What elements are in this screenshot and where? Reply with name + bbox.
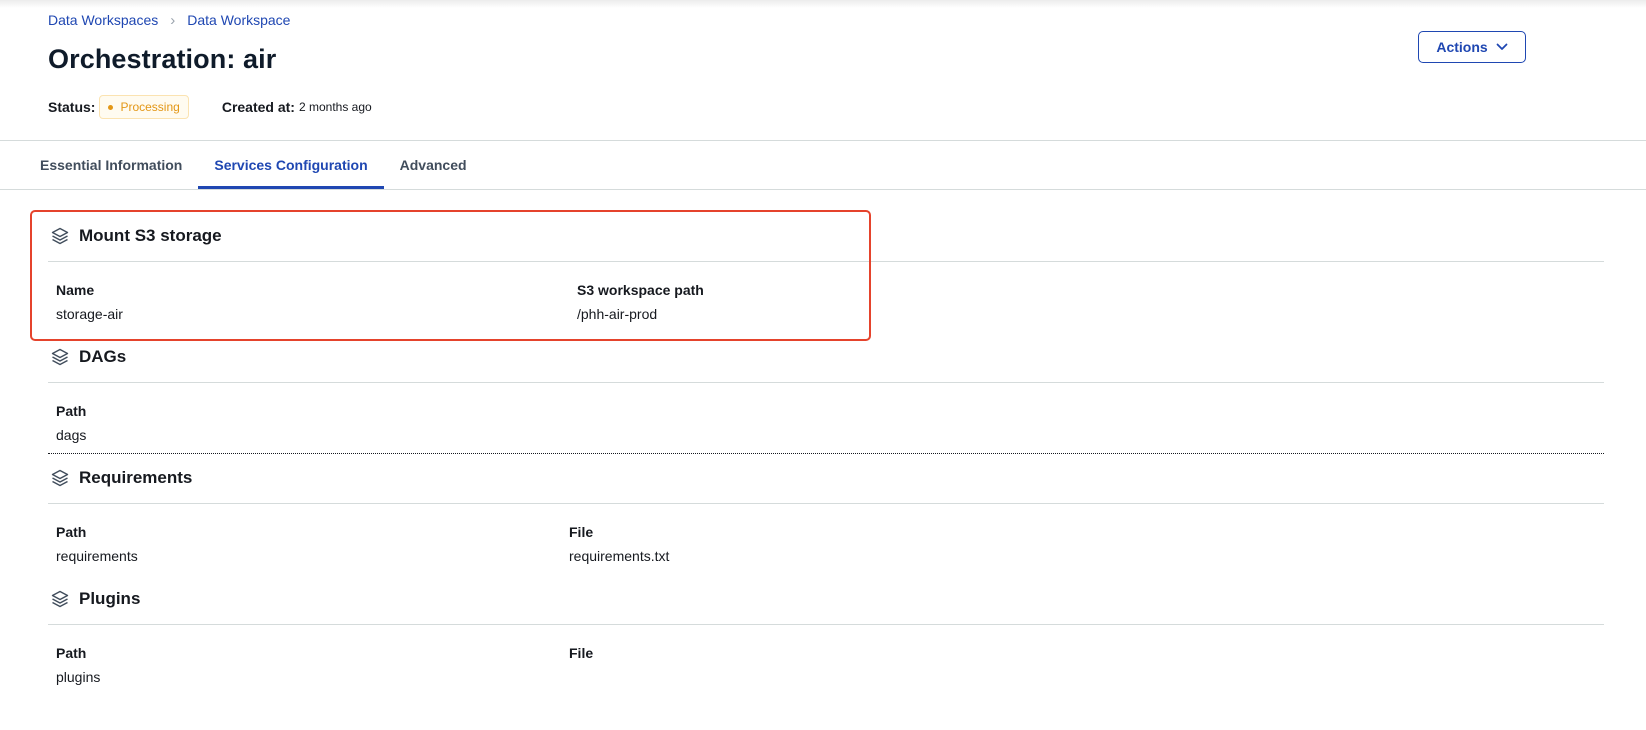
layers-icon bbox=[51, 227, 69, 245]
page-title: Orchestration: air bbox=[48, 44, 277, 74]
section-title: DAGs bbox=[79, 347, 127, 366]
section-mount-s3-storage: Mount S3 storage Name storage-air S3 wor… bbox=[48, 221, 1604, 342]
section-header: DAGs bbox=[48, 342, 1604, 372]
field-label: Name bbox=[56, 282, 95, 298]
section-header: Mount S3 storage bbox=[48, 221, 1604, 251]
created-value: 2 months ago bbox=[298, 100, 372, 114]
section-fields: Path dags bbox=[48, 403, 1604, 451]
dotted-divider bbox=[48, 453, 1604, 454]
field-file: File bbox=[569, 645, 593, 669]
meta-row: Status: Processing Created at: 2 months … bbox=[48, 95, 1606, 119]
actions-button[interactable]: Actions bbox=[1418, 31, 1526, 63]
page-header: Data Workspaces › Data Workspace Orchest… bbox=[48, 12, 1606, 140]
status-badge: Processing bbox=[99, 95, 189, 119]
tab-essential-information[interactable]: Essential Information bbox=[24, 141, 198, 189]
field-value: requirements bbox=[56, 548, 138, 564]
layers-icon bbox=[51, 348, 69, 366]
section-header: Requirements bbox=[48, 463, 1604, 493]
field-path: Path requirements bbox=[56, 524, 138, 564]
chevron-down-icon bbox=[1496, 43, 1508, 50]
field-s3-workspace-path: S3 workspace path /phh-air-prod bbox=[577, 282, 704, 322]
section-divider bbox=[48, 261, 1604, 262]
tab-bar: Essential Information Services Configura… bbox=[24, 141, 483, 189]
breadcrumb: Data Workspaces › Data Workspace bbox=[48, 12, 1606, 28]
breadcrumb-data-workspaces[interactable]: Data Workspaces bbox=[48, 12, 158, 28]
section-divider bbox=[48, 382, 1604, 383]
section-title: Requirements bbox=[79, 468, 193, 487]
field-value: requirements.txt bbox=[569, 548, 670, 564]
tab-advanced[interactable]: Advanced bbox=[384, 141, 483, 189]
section-header: Plugins bbox=[48, 584, 1604, 614]
field-label: File bbox=[569, 524, 594, 540]
field-value: storage-air bbox=[56, 306, 123, 322]
field-value: dags bbox=[56, 427, 87, 443]
field-label: Path bbox=[56, 524, 87, 540]
tab-services-configuration[interactable]: Services Configuration bbox=[198, 141, 384, 189]
status-value: Processing bbox=[120, 100, 180, 114]
section-fields: Name storage-air S3 workspace path /phh-… bbox=[48, 282, 1604, 342]
section-dags: DAGs Path dags bbox=[48, 342, 1604, 454]
field-file: File requirements.txt bbox=[569, 524, 669, 564]
actions-label: Actions bbox=[1436, 39, 1488, 55]
tabs-divider bbox=[0, 189, 1646, 190]
section-fields: Path plugins File bbox=[48, 645, 1604, 705]
field-value: plugins bbox=[56, 669, 101, 685]
field-value: /phh-air-prod bbox=[577, 306, 658, 322]
section-fields: Path requirements File requirements.txt bbox=[48, 524, 1604, 584]
field-path: Path dags bbox=[56, 403, 86, 443]
field-label: S3 workspace path bbox=[577, 282, 704, 298]
breadcrumb-separator-icon: › bbox=[170, 11, 176, 29]
field-label: Path bbox=[56, 403, 87, 419]
status-dot-icon bbox=[108, 104, 114, 110]
field-path: Path plugins bbox=[56, 645, 100, 685]
field-label: File bbox=[569, 645, 594, 661]
layers-icon bbox=[51, 469, 69, 487]
field-name: Name storage-air bbox=[56, 282, 123, 322]
breadcrumb-data-workspace[interactable]: Data Workspace bbox=[187, 12, 290, 28]
section-requirements: Requirements Path requirements File requ… bbox=[48, 463, 1604, 584]
field-label: Path bbox=[56, 645, 87, 661]
section-title: Mount S3 storage bbox=[79, 226, 222, 245]
layers-icon bbox=[51, 590, 69, 608]
section-plugins: Plugins Path plugins File bbox=[48, 584, 1604, 705]
section-divider bbox=[48, 624, 1604, 625]
top-shadow bbox=[0, 0, 1646, 8]
section-divider bbox=[48, 503, 1604, 504]
status-label: Status: bbox=[48, 99, 96, 115]
section-title: Plugins bbox=[79, 589, 141, 608]
created-label: Created at: bbox=[221, 99, 295, 115]
